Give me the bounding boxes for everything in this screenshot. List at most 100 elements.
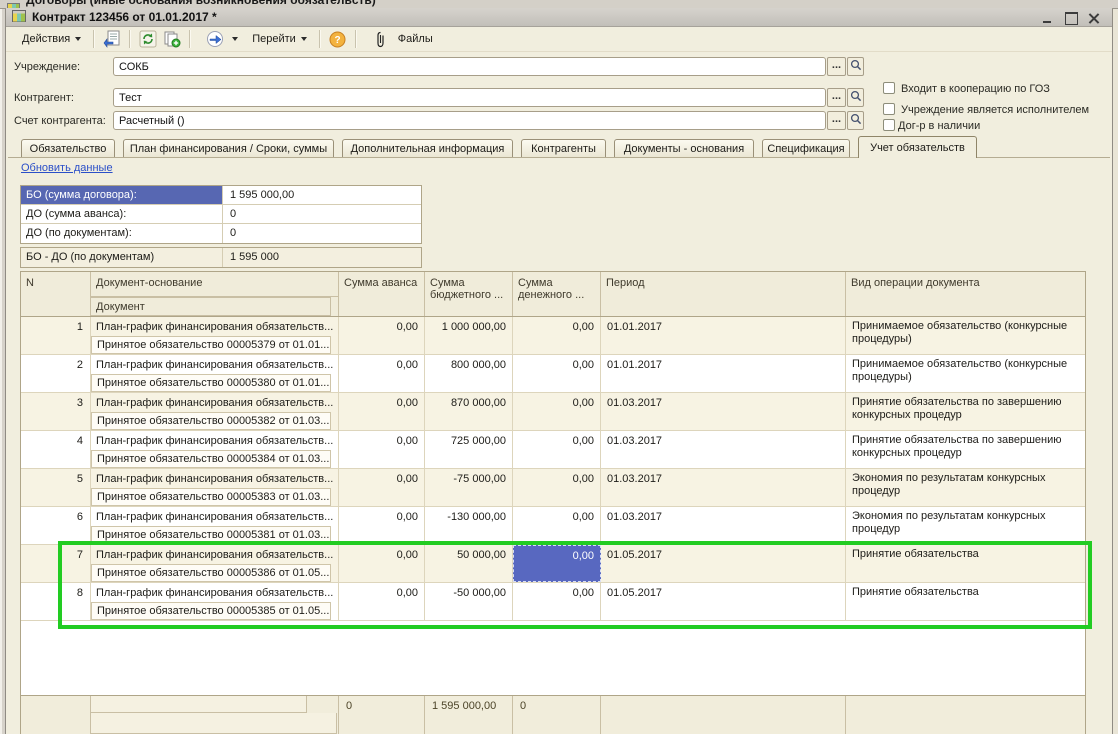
summary-value-do-advance[interactable]: 0 <box>223 205 421 223</box>
table-row[interactable]: 2План-график финансирования обязательств… <box>21 355 1085 393</box>
summary-label-bo[interactable]: БО (сумма договора): <box>21 186 223 204</box>
tab-specification[interactable]: Спецификация <box>762 139 850 158</box>
row-number-cell[interactable]: 5 <box>21 469 91 506</box>
row-number-cell[interactable]: 2 <box>21 355 91 392</box>
money-amount-cell[interactable]: 0,00 <box>513 545 601 582</box>
minimize-icon[interactable] <box>1042 12 1054 24</box>
document-cell[interactable]: Принятое обязательство 00005385 от 01.05… <box>91 602 331 620</box>
budget-amount-cell[interactable]: -50 000,00 <box>425 583 513 620</box>
budget-amount-cell[interactable]: 50 000,00 <box>425 545 513 582</box>
document-cell[interactable]: Принятое обязательство 00005384 от 01.03… <box>91 450 331 468</box>
document-cell[interactable]: Принятое обязательство 00005386 от 01.05… <box>91 564 331 582</box>
advance-amount-cell[interactable]: 0,00 <box>339 431 425 468</box>
tab-financing-plan[interactable]: План финансирования / Сроки, суммы <box>123 139 334 158</box>
advance-amount-cell[interactable]: 0,00 <box>339 545 425 582</box>
help-icon[interactable]: ? <box>328 29 348 49</box>
document-cell[interactable]: Принятое обязательство 00005383 от 01.03… <box>91 488 331 506</box>
money-amount-cell[interactable]: 0,00 <box>513 583 601 620</box>
advance-amount-cell[interactable]: 0,00 <box>339 507 425 544</box>
column-header-n[interactable]: N <box>21 272 91 316</box>
account-field[interactable]: Расчетный () <box>113 111 826 130</box>
operation-type-cell[interactable]: Принимаемое обязательство (конкурсные пр… <box>846 317 1085 354</box>
row-number-cell[interactable]: 6 <box>21 507 91 544</box>
institution-lookup-icon[interactable] <box>847 57 864 76</box>
summary-row[interactable]: ДО (по документам): 0 <box>21 224 421 243</box>
operation-type-cell[interactable]: Принятие обязательства <box>846 545 1085 582</box>
operation-type-cell[interactable]: Экономия по результатам конкурсных проце… <box>846 469 1085 506</box>
period-cell[interactable]: 01.03.2017 <box>601 431 846 468</box>
advance-amount-cell[interactable]: 0,00 <box>339 469 425 506</box>
money-amount-cell[interactable]: 0,00 <box>513 355 601 392</box>
summary-row[interactable]: БО (сумма договора): 1 595 000,00 <box>21 186 421 205</box>
tab-basis-documents[interactable]: Документы - основания <box>614 139 754 158</box>
budget-amount-cell[interactable]: 725 000,00 <box>425 431 513 468</box>
contract-available-checkbox[interactable] <box>883 119 895 131</box>
column-header-document[interactable]: Документ-основание Документ <box>91 272 339 316</box>
advance-amount-cell[interactable]: 0,00 <box>339 583 425 620</box>
summary-value-bo[interactable]: 1 595 000,00 <box>223 186 421 204</box>
files-button[interactable]: Файлы <box>362 25 440 53</box>
summary-row[interactable]: ДО (сумма аванса): 0 <box>21 205 421 224</box>
institution-ellipsis-button[interactable]: ... <box>827 57 846 76</box>
row-number-cell[interactable]: 4 <box>21 431 91 468</box>
column-header-period[interactable]: Период <box>601 272 846 316</box>
money-amount-cell[interactable]: 0,00 <box>513 431 601 468</box>
row-number-cell[interactable]: 7 <box>21 545 91 582</box>
money-amount-cell[interactable]: 0,00 <box>513 317 601 354</box>
row-number-cell[interactable]: 1 <box>21 317 91 354</box>
advance-amount-cell[interactable]: 0,00 <box>339 317 425 354</box>
tab-obligation[interactable]: Обязательство <box>21 139 115 158</box>
institution-executor-checkbox[interactable] <box>883 103 895 115</box>
titlebar[interactable]: Контракт 123456 от 01.01.2017 * <box>6 8 1112 27</box>
counterparty-lookup-icon[interactable] <box>847 88 864 107</box>
copy-add-icon[interactable] <box>162 29 182 49</box>
period-cell[interactable]: 01.05.2017 <box>601 545 846 582</box>
budget-amount-cell[interactable]: -75 000,00 <box>425 469 513 506</box>
budget-amount-cell[interactable]: 870 000,00 <box>425 393 513 430</box>
document-cell[interactable]: Принятое обязательство 00005382 от 01.03… <box>91 412 331 430</box>
advance-amount-cell[interactable]: 0,00 <box>339 393 425 430</box>
institution-field[interactable]: СОКБ <box>113 57 826 76</box>
summary-total-value[interactable]: 1 595 000 <box>223 248 421 267</box>
period-cell[interactable]: 01.05.2017 <box>601 583 846 620</box>
operation-type-cell[interactable]: Принятие обязательства по завершению кон… <box>846 431 1085 468</box>
period-cell[interactable]: 01.01.2017 <box>601 317 846 354</box>
gos-cooperation-checkbox[interactable] <box>883 82 895 94</box>
row-number-cell[interactable]: 3 <box>21 393 91 430</box>
counterparty-field[interactable]: Тест <box>113 88 826 107</box>
period-cell[interactable]: 01.03.2017 <box>601 507 846 544</box>
column-header-operation-type[interactable]: Вид операции документа <box>846 272 1087 316</box>
column-header-budget[interactable]: Сумма бюджетного ... <box>425 272 513 316</box>
period-cell[interactable]: 01.03.2017 <box>601 469 846 506</box>
column-header-money[interactable]: Сумма денежного ... <box>513 272 601 316</box>
period-cell[interactable]: 01.03.2017 <box>601 393 846 430</box>
budget-amount-cell[interactable]: 800 000,00 <box>425 355 513 392</box>
operation-type-cell[interactable]: Экономия по результатам конкурсных проце… <box>846 507 1085 544</box>
column-header-advance[interactable]: Сумма аванса <box>339 272 425 316</box>
budget-amount-cell[interactable]: 1 000 000,00 <box>425 317 513 354</box>
counterparty-ellipsis-button[interactable]: ... <box>827 88 846 107</box>
table-row[interactable]: 8План-график финансирования обязательств… <box>21 583 1085 621</box>
account-lookup-icon[interactable] <box>847 111 864 130</box>
column-header-document-sub[interactable]: Документ <box>91 297 331 316</box>
table-row[interactable]: 7План-график финансирования обязательств… <box>21 545 1085 583</box>
document-cell[interactable]: Принятое обязательство 00005381 от 01.03… <box>91 526 331 544</box>
account-ellipsis-button[interactable]: ... <box>827 111 846 130</box>
budget-amount-cell[interactable]: -130 000,00 <box>425 507 513 544</box>
column-header-document-basis[interactable]: Документ-основание <box>91 272 339 297</box>
period-cell[interactable]: 01.01.2017 <box>601 355 846 392</box>
tab-additional-info[interactable]: Дополнительная информация <box>342 139 513 158</box>
summary-total-row[interactable]: БО - ДО (по документам) 1 595 000 <box>21 248 421 267</box>
money-amount-cell[interactable]: 0,00 <box>513 393 601 430</box>
save-post-icon[interactable] <box>102 29 122 49</box>
table-row[interactable]: 6План-график финансирования обязательств… <box>21 507 1085 545</box>
summary-total-label[interactable]: БО - ДО (по документам) <box>21 248 223 267</box>
go-arrow-button[interactable] <box>196 25 245 53</box>
summary-label-do-docs[interactable]: ДО (по документам): <box>21 224 223 243</box>
row-number-cell[interactable]: 8 <box>21 583 91 620</box>
advance-amount-cell[interactable]: 0,00 <box>339 355 425 392</box>
close-icon[interactable] <box>1088 12 1100 24</box>
money-amount-cell[interactable]: 0,00 <box>513 507 601 544</box>
summary-value-do-docs[interactable]: 0 <box>223 224 421 243</box>
table-row[interactable]: 3План-график финансирования обязательств… <box>21 393 1085 431</box>
